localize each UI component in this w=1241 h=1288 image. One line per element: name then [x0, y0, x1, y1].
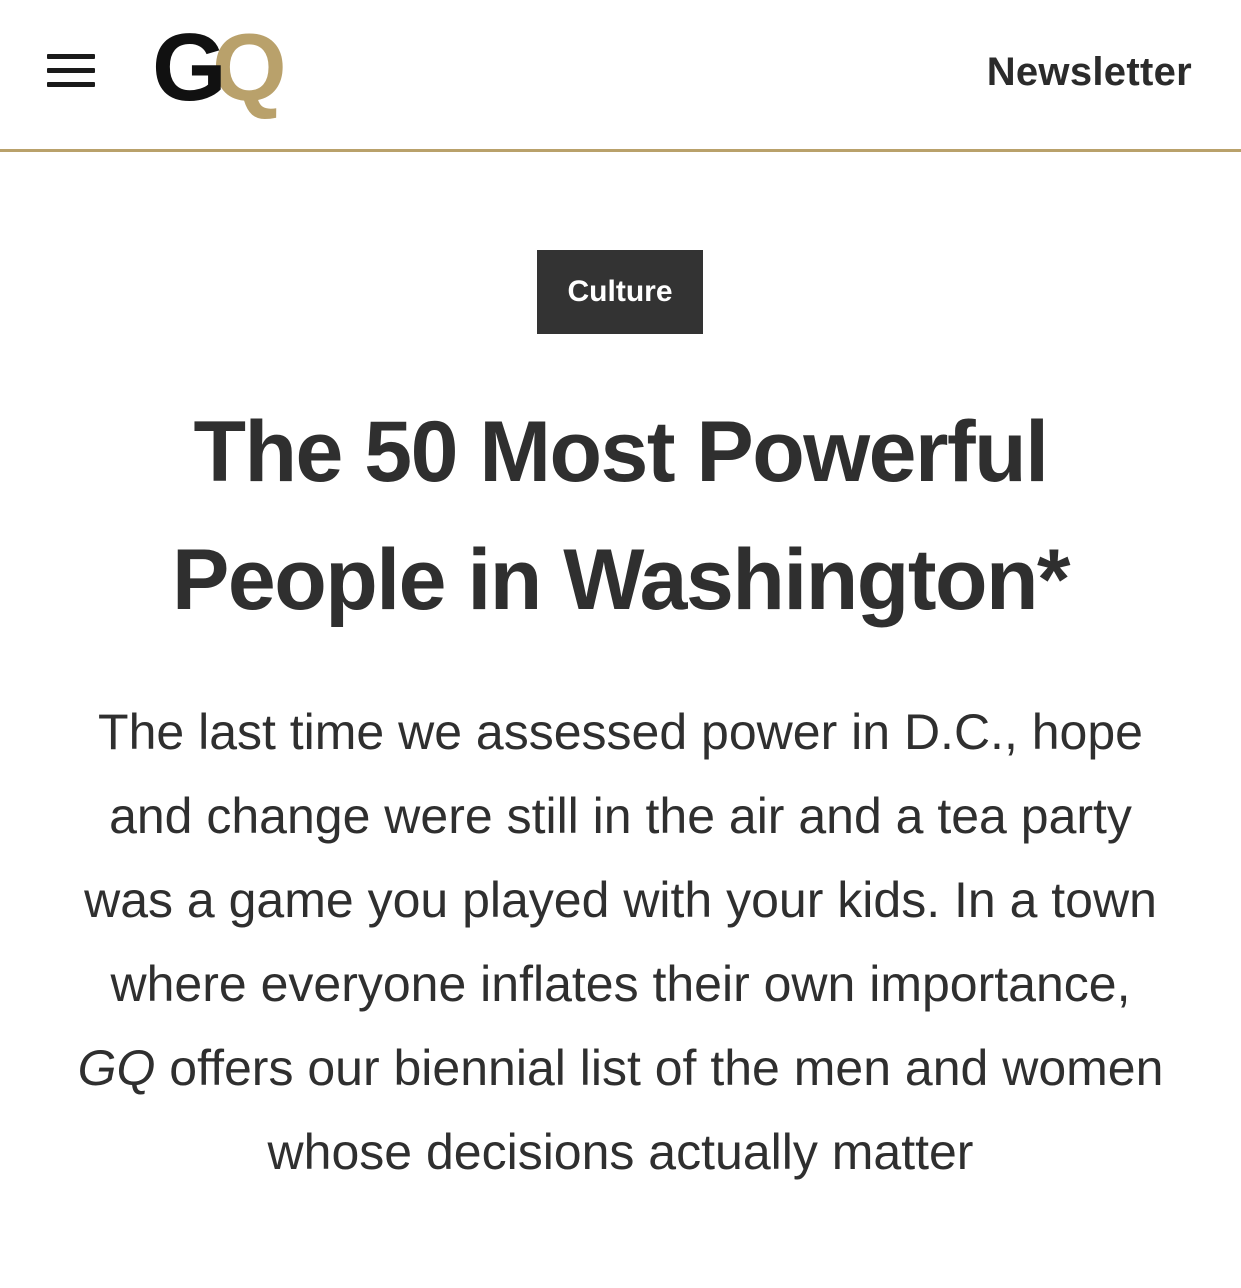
menu-bar-bottom — [47, 82, 95, 87]
dek-text-before: The last time we assessed power in D.C.,… — [84, 704, 1157, 1012]
gq-logo[interactable]: Q G — [150, 22, 310, 122]
article-headline: The 50 Most Powerful People in Washingto… — [40, 388, 1201, 644]
dek-publication-name: GQ — [77, 1040, 156, 1096]
menu-bar-middle — [47, 68, 95, 73]
hamburger-menu-button[interactable] — [40, 44, 100, 96]
headline-line-1: The 50 Most Powerful — [193, 404, 1049, 500]
article-dek: The last time we assessed power in D.C.,… — [70, 690, 1171, 1194]
dek-text-after: offers our biennial list of the men and … — [155, 1040, 1164, 1180]
menu-bar-top — [47, 54, 95, 59]
category-badge[interactable]: Culture — [537, 250, 703, 334]
logo-letter-g: G — [152, 22, 227, 121]
headline-line-2: People in Washington* — [172, 532, 1071, 628]
site-header: Q G Newsletter — [0, 0, 1241, 152]
gq-logo-mark: Q G — [152, 22, 287, 121]
newsletter-link[interactable]: Newsletter — [987, 46, 1192, 98]
